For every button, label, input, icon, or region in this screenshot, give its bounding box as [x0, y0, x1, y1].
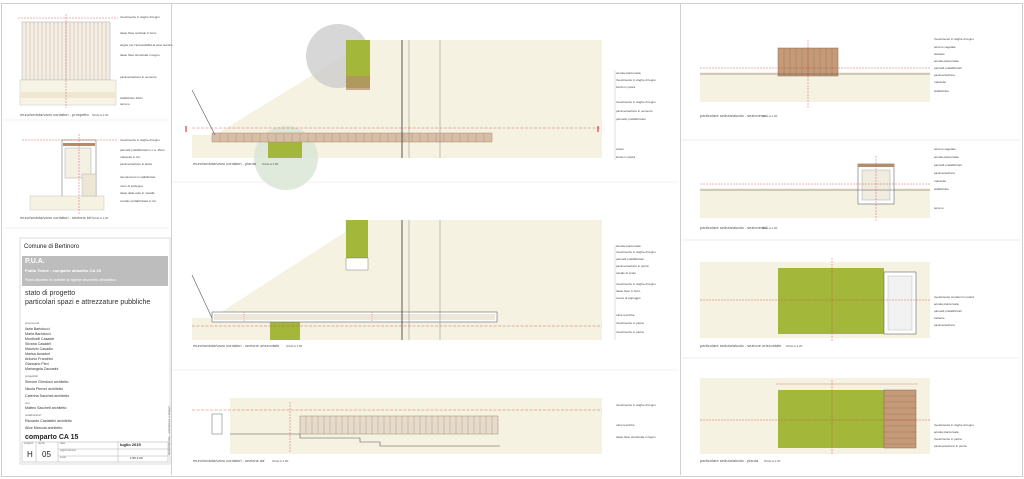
scale-b2: SCALA 1:50 [286, 344, 303, 348]
scale-c4: SCALA 1:20 [764, 459, 781, 463]
drawing-c1 [700, 40, 930, 108]
project-subtitle: Piano Attuativo in variante al vigente s… [25, 278, 117, 282]
cell-label-aggiornamenti: aggiornamenti [60, 449, 76, 452]
project-name: Fratta Terme - comparto attuativo CA 15 [25, 268, 101, 273]
designer-3: Caterina Saccheti architetto [25, 394, 70, 398]
scale-c3: SCALA 1:20 [786, 344, 803, 348]
caption-a1: muro/seduta/vano contatori - prospetto [20, 112, 89, 117]
municipality: Comune di Bertinoro [24, 244, 80, 250]
scale-b3: SCALA 1:50 [272, 459, 289, 463]
sheet-number: 05 [42, 450, 51, 459]
cell-label-data: data [60, 442, 65, 445]
date: luglio 2015 [120, 442, 141, 447]
designer-1: Simone Ghedurzi architetto [25, 380, 69, 384]
vertical-credit: studiomarmile - architettura e design [167, 406, 171, 455]
collaborator-2: Alice Marcola architetto [25, 426, 63, 430]
sheet-title: particolari spazi e attrezzature pubblic… [25, 299, 151, 306]
drawing-c4 [700, 378, 930, 454]
cell-label-progetto: progetto [24, 442, 34, 445]
drawing-c3 [700, 258, 930, 342]
scale-a2: SCALA 1:20 [92, 216, 109, 220]
caption-b3: muro/seduta/vano contatori - sezione aa' [193, 458, 266, 463]
with-1: Matteo Saccheti architetto [25, 406, 67, 410]
phase: stato di progetto [25, 290, 76, 297]
drawing-sheet: muro/seduta/vano contatori - prospetto S… [0, 0, 1024, 479]
drawing-a2 [22, 134, 118, 214]
project-code: H [27, 450, 33, 459]
scale: 1:50 1:20 [130, 456, 143, 460]
cell-label-tavola: tavola [38, 442, 45, 445]
caption-a2: muro/seduta/vano contatori - sezione bb' [20, 215, 93, 220]
drawing-a1 [18, 14, 118, 108]
caption-c4: particolare seduta/aiuola - pianta [700, 458, 759, 463]
caption-c1: particolare seduta/aiuola - sezione cc' [700, 113, 767, 118]
with-label: con [25, 401, 30, 405]
scale-a1: SCALA 1:20 [92, 113, 109, 117]
caption-c2: particolare seduta/aiuola - sezione dd' [700, 225, 768, 230]
caption-b1: muro/seduta/vano contatori - pianta [193, 161, 256, 166]
designers-label: progettisti [25, 374, 39, 378]
drawing-c2 [700, 156, 930, 222]
drawing-b3 [192, 398, 602, 454]
scale-b1: SCALA 1:50 [262, 162, 279, 166]
comparto: comparto CA 15 [25, 434, 79, 441]
plan-name: P.U.A. [25, 258, 45, 265]
cell-label-scala: scala [60, 456, 66, 459]
scale-c2: SCALA 1:20 [761, 226, 778, 230]
drawing-b2 [191, 220, 602, 340]
designer-2: Nicola Pieroni architetto [25, 387, 63, 391]
drawings-svg [3, 14, 1020, 465]
scale-c1: SCALA 1:20 [761, 114, 778, 118]
collaborator-1: Riccardo Castaldini architetto [25, 419, 72, 423]
proponents-label: proponenti [25, 321, 40, 325]
collaborators-label: collaboratori [25, 413, 42, 417]
caption-b2: muro/seduta/vano contatori - sezione ori… [193, 343, 280, 348]
caption-c3: particolare seduta/aiuola - sezione oriz… [700, 343, 782, 348]
